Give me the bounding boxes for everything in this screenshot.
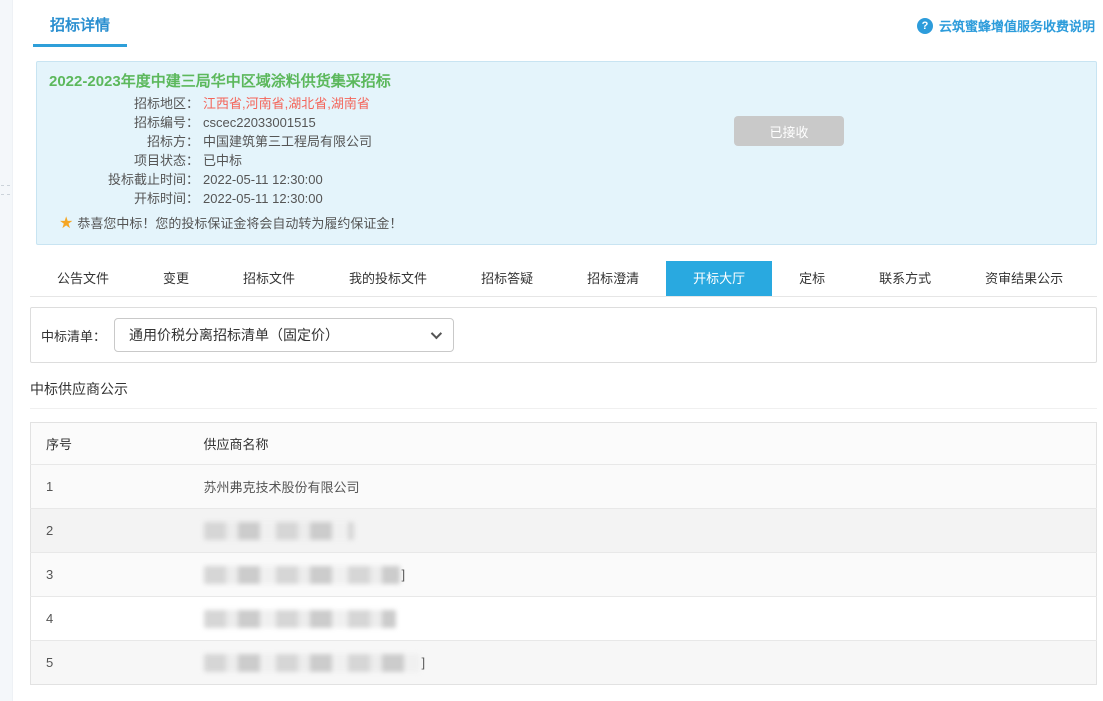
tenderer-value: 中国建筑第三工程局有限公司	[203, 134, 372, 149]
tab-changes[interactable]: 变更	[136, 261, 216, 296]
award-list-label: 中标清单：	[41, 326, 106, 345]
table-row: 4	[31, 597, 1097, 641]
tab-tender-qa[interactable]: 招标答疑	[454, 261, 560, 296]
table-row: 2	[31, 509, 1097, 553]
star-icon: ★	[59, 216, 73, 232]
left-panel-edge	[0, 0, 13, 701]
field-region: 招标地区：江西省,河南省,湖北省,湖南省	[49, 94, 1084, 113]
tender-detail-page: 招标详情 ? 云筑蜜蜂增值服务收费说明 2022-2023年度中建三局华中区域涂…	[30, 0, 1097, 685]
field-tender-no: 招标编号：cscec22033001515	[49, 113, 1084, 132]
redacted-supplier-name	[204, 610, 396, 628]
left-panel-edge-marks	[1, 185, 10, 195]
tab-tender-files[interactable]: 招标文件	[216, 261, 322, 296]
tab-contact[interactable]: 联系方式	[852, 261, 958, 296]
question-icon: ?	[917, 18, 933, 34]
help-link[interactable]: ? 云筑蜜蜂增值服务收费说明	[917, 16, 1095, 47]
table-row: 1 苏州弗克技术股份有限公司	[31, 465, 1097, 509]
supplier-name: ]	[204, 553, 1097, 597]
row-index: 2	[31, 509, 204, 553]
tab-bar: 公告文件 变更 招标文件 我的投标文件 招标答疑 招标澄清 开标大厅 定标 联系…	[30, 261, 1097, 297]
field-tenderer: 招标方：中国建筑第三工程局有限公司	[49, 132, 1084, 151]
table-row: 3 ]	[31, 553, 1097, 597]
tab-announcement-files[interactable]: 公告文件	[30, 261, 136, 296]
table-row: 5 ]	[31, 641, 1097, 685]
tab-my-bid-files[interactable]: 我的投标文件	[322, 261, 454, 296]
field-bid-deadline: 投标截止时间：2022-05-11 12:30:00	[49, 170, 1084, 189]
col-header-supplier-name: 供应商名称	[204, 423, 1097, 465]
award-list-filter: 中标清单： 通用价税分离招标清单（固定价）	[30, 307, 1097, 363]
tab-bid-opening-hall[interactable]: 开标大厅	[666, 261, 772, 296]
tender-title: 2022-2023年度中建三局华中区域涂料供货集采招标	[49, 70, 1084, 94]
tender-no-value: cscec22033001515	[203, 115, 316, 130]
table-header-row: 序号 供应商名称	[31, 423, 1097, 465]
tab-tender-detail[interactable]: 招标详情	[33, 14, 127, 47]
tab-tender-clarification[interactable]: 招标澄清	[560, 261, 666, 296]
supplier-name	[204, 597, 1097, 641]
opening-time-value: 2022-05-11 12:30:00	[203, 191, 323, 206]
field-opening-time: 开标时间：2022-05-11 12:30:00	[49, 189, 1084, 208]
top-bar: 招标详情 ? 云筑蜜蜂增值服务收费说明	[30, 0, 1097, 47]
status-value: 已中标	[203, 153, 242, 168]
award-list-selected-value: 通用价税分离招标清单（固定价）	[129, 325, 339, 345]
field-status: 项目状态：已中标	[49, 151, 1084, 170]
award-list-select[interactable]: 通用价税分离招标清单（固定价）	[114, 318, 454, 352]
winning-suppliers-table: 序号 供应商名称 1 苏州弗克技术股份有限公司 2 3 ] 4 5	[30, 422, 1097, 685]
bid-deadline-value: 2022-05-11 12:30:00	[203, 172, 323, 187]
row-index: 4	[31, 597, 204, 641]
tab-prequalification-results[interactable]: 资审结果公示	[958, 261, 1090, 296]
redacted-supplier-name	[204, 654, 420, 672]
congrats-message: ★ 恭喜您中标！您的投标保证金将会自动转为履约保证金！	[49, 214, 1084, 234]
col-header-index: 序号	[31, 423, 204, 465]
supplier-name: ]	[204, 641, 1097, 685]
row-index: 3	[31, 553, 204, 597]
received-button[interactable]: 已接收	[734, 116, 844, 146]
redacted-supplier-name	[204, 522, 354, 540]
supplier-name	[204, 509, 1097, 553]
winning-suppliers-title: 中标供应商公示	[30, 379, 1097, 409]
supplier-name: 苏州弗克技术股份有限公司	[204, 465, 1097, 509]
row-index: 1	[31, 465, 204, 509]
redacted-supplier-name	[204, 566, 400, 584]
tender-notice-panel: 2022-2023年度中建三局华中区域涂料供货集采招标 招标地区：江西省,河南省…	[36, 61, 1097, 245]
tab-award[interactable]: 定标	[772, 261, 852, 296]
chevron-down-icon	[431, 328, 442, 339]
row-index: 5	[31, 641, 204, 685]
help-link-label: 云筑蜜蜂增值服务收费说明	[939, 16, 1095, 35]
region-value: 江西省,河南省,湖北省,湖南省	[203, 96, 370, 111]
